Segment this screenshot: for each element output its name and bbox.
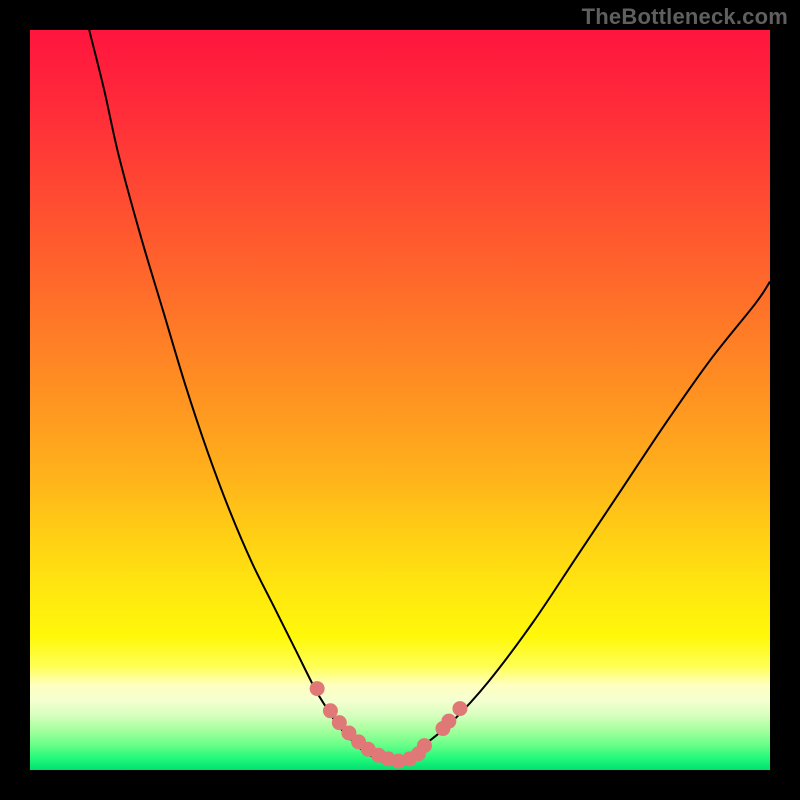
chart-frame: TheBottleneck.com	[0, 0, 800, 800]
plot-area	[30, 30, 770, 770]
watermark-text: TheBottleneck.com	[582, 4, 788, 30]
marker-dot	[323, 703, 338, 718]
marker-dot	[452, 701, 467, 716]
marker-dot	[441, 714, 456, 729]
marker-dot	[310, 681, 325, 696]
marker-dot	[417, 738, 432, 753]
highlight-markers	[30, 30, 770, 770]
